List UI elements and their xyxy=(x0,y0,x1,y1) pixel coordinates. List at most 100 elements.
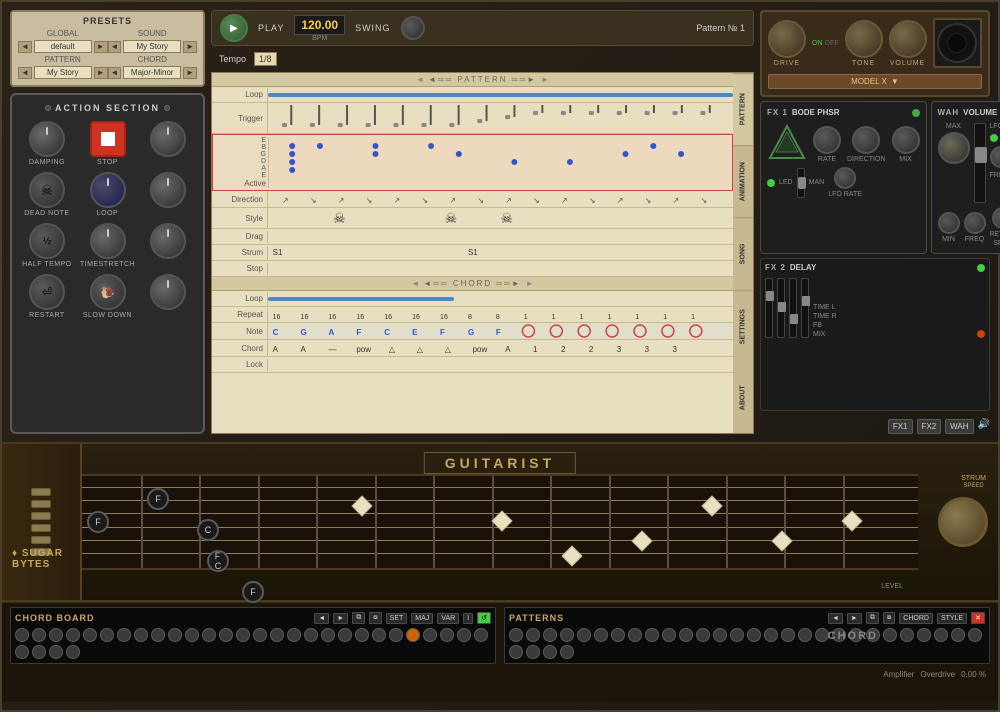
strum-knob[interactable] xyxy=(938,497,988,547)
tuning-peg-2[interactable] xyxy=(31,500,51,508)
chord-maj-btn[interactable]: MAJ xyxy=(411,613,433,624)
fx1-lfo-rate-knob[interactable] xyxy=(834,167,856,189)
tuning-peg-3[interactable] xyxy=(31,512,51,520)
tab-settings[interactable]: SETTINGS xyxy=(733,290,753,362)
slow-down-button[interactable]: 🐌 xyxy=(90,274,126,310)
pat-dot-32[interactable] xyxy=(560,645,574,659)
fx1-toggle[interactable] xyxy=(912,109,920,117)
pat-chord-btn[interactable]: CHORD xyxy=(899,613,933,624)
wah-max-knob[interactable] xyxy=(938,132,970,164)
tab-animation[interactable]: ANIMATION xyxy=(733,145,753,217)
wah-lfo-rate-knob[interactable] xyxy=(990,146,1000,168)
wah-freq-knob[interactable] xyxy=(964,212,986,234)
chord-dot-19[interactable] xyxy=(321,628,335,642)
pat-dot-23[interactable] xyxy=(883,628,897,642)
chord-dot-30[interactable] xyxy=(32,645,46,659)
stop-knob[interactable] xyxy=(150,121,186,157)
pat-dot-31[interactable] xyxy=(543,645,557,659)
fx2-toggle[interactable] xyxy=(977,264,985,272)
chord-dot-12[interactable] xyxy=(202,628,216,642)
pat-dot-12[interactable] xyxy=(696,628,710,642)
chord-dot-14[interactable] xyxy=(236,628,250,642)
pat-dot-6[interactable] xyxy=(594,628,608,642)
chord-next-btn[interactable]: ► xyxy=(333,613,348,624)
chord-dot-32[interactable] xyxy=(66,645,80,659)
sound-prev-btn[interactable]: ◄ xyxy=(108,41,122,53)
pat-dot-5[interactable] xyxy=(577,628,591,642)
pat-paste-btn[interactable]: ⧇ xyxy=(883,612,895,624)
pat-dot-30[interactable] xyxy=(526,645,540,659)
half-tempo-button[interactable]: ½ xyxy=(29,223,65,259)
pat-dot-2[interactable] xyxy=(526,628,540,642)
pat-next-btn[interactable]: ► xyxy=(847,613,862,624)
pat-dot-14[interactable] xyxy=(730,628,744,642)
chord-next-btn[interactable]: ► xyxy=(183,67,197,79)
chord-dot-4[interactable] xyxy=(66,628,80,642)
chord-preset-control[interactable]: ◄ Major-Minor ► xyxy=(108,66,198,79)
chord-dot-16[interactable] xyxy=(270,628,284,642)
loop-knob2[interactable] xyxy=(150,172,186,208)
chord-dot-1[interactable] xyxy=(15,628,29,642)
tab-song[interactable]: SONG xyxy=(733,217,753,289)
chord-dot-7[interactable] xyxy=(117,628,131,642)
pat-dot-4[interactable] xyxy=(560,628,574,642)
sound-preset-control[interactable]: ◄ My Story ► xyxy=(108,40,198,53)
extra-knob[interactable] xyxy=(150,274,186,310)
chord-dot-8[interactable] xyxy=(134,628,148,642)
loop-chord-slider[interactable] xyxy=(268,297,454,301)
pat-style-btn[interactable]: STYLE xyxy=(937,613,967,624)
pat-dot-15[interactable] xyxy=(747,628,761,642)
on-label[interactable]: ON xyxy=(812,40,823,47)
pat-dot-28[interactable] xyxy=(968,628,982,642)
model-bar[interactable]: MODEL X ▼ xyxy=(768,74,982,89)
pat-dot-7[interactable] xyxy=(611,628,625,642)
chord-dot-20[interactable] xyxy=(338,628,352,642)
delay-slider-1[interactable] xyxy=(765,278,773,338)
chord-dot-6[interactable] xyxy=(100,628,114,642)
pat-dot-10[interactable] xyxy=(662,628,676,642)
loop-knob[interactable] xyxy=(90,172,126,208)
fx1-rate-knob[interactable] xyxy=(813,126,841,154)
delay-slider-4[interactable] xyxy=(801,278,809,338)
restart-button[interactable]: ⏎ xyxy=(29,274,65,310)
chord-copy-btn[interactable]: ⧉ xyxy=(352,612,365,624)
global-next-btn[interactable]: ► xyxy=(94,41,108,53)
timestretch-knob[interactable] xyxy=(90,223,126,259)
drive-knob[interactable] xyxy=(768,20,806,58)
wah-min-knob[interactable] xyxy=(938,212,960,234)
tempo-value[interactable]: 1/8 xyxy=(254,52,277,66)
pat-dot-27[interactable] xyxy=(951,628,965,642)
tuning-peg-1[interactable] xyxy=(31,488,51,496)
active-cells[interactable] xyxy=(268,138,732,188)
wah-retrig-knob[interactable] xyxy=(992,207,1000,229)
pat-dot-11[interactable] xyxy=(679,628,693,642)
volume-knob[interactable] xyxy=(889,20,927,58)
chord-dot-24[interactable] xyxy=(406,628,420,642)
tuning-peg-5[interactable] xyxy=(31,536,51,544)
swing-knob[interactable] xyxy=(401,16,425,40)
chord-prev-btn[interactable]: ◄ xyxy=(108,67,122,79)
pat-dot-26[interactable] xyxy=(934,628,948,642)
chord-dot-13[interactable] xyxy=(219,628,233,642)
trigger-cells[interactable] xyxy=(267,103,733,133)
chord-dot-3[interactable] xyxy=(49,628,63,642)
delay-slider-3[interactable] xyxy=(789,278,797,338)
pattern-preset-control[interactable]: ◄ My Story ► xyxy=(18,66,108,79)
stop-button[interactable] xyxy=(90,121,126,157)
tab-about[interactable]: ABOUT xyxy=(733,362,753,433)
pat-dot-24[interactable] xyxy=(900,628,914,642)
chord-dot-27[interactable] xyxy=(457,628,471,642)
chord-dot-17[interactable] xyxy=(287,628,301,642)
note-btn-F2[interactable]: F xyxy=(147,488,169,510)
pat-dot-1[interactable] xyxy=(509,628,523,642)
chord-dot-29[interactable] xyxy=(15,645,29,659)
global-preset-control[interactable]: ◄ default ► xyxy=(18,40,108,53)
chord-dot-11[interactable] xyxy=(185,628,199,642)
chord-prev-btn[interactable]: ◄ xyxy=(314,613,329,624)
chord-paste-btn[interactable]: ⧇ xyxy=(369,612,381,624)
pat-copy-btn[interactable]: ⧉ xyxy=(866,612,879,624)
chord-dot-22[interactable] xyxy=(372,628,386,642)
chord-dot-9[interactable] xyxy=(151,628,165,642)
chord-dot-25[interactable] xyxy=(423,628,437,642)
chord-dot-2[interactable] xyxy=(32,628,46,642)
